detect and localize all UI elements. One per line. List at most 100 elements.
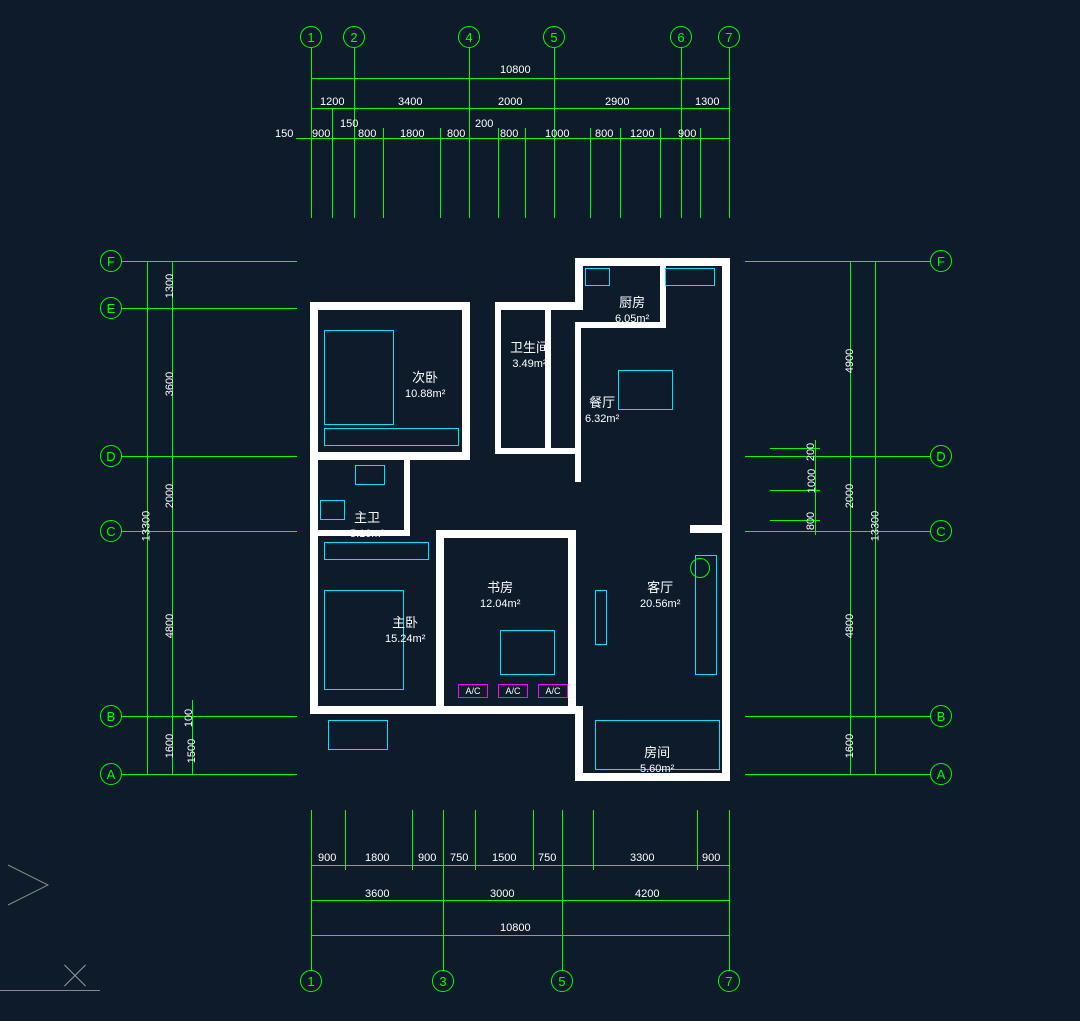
grid-bubble-b-left: B: [100, 705, 122, 727]
wall: [495, 302, 575, 310]
cad-canvas[interactable]: 1 2 4 5 6 7 1 3 5 7 F E D C B A F D C B …: [0, 0, 1080, 1021]
dim-line: [311, 900, 729, 901]
grid-line-h: [745, 456, 930, 457]
furniture-stove: [665, 268, 715, 286]
grid-line-v: [660, 128, 661, 218]
dim: 3600: [365, 888, 389, 900]
wall: [495, 302, 501, 452]
dim: 150: [275, 128, 293, 140]
wall: [575, 322, 581, 482]
ac-unit: A/C: [498, 684, 528, 698]
dim: 1000: [806, 469, 818, 493]
dim: 1200: [320, 96, 344, 108]
grid-line-h: [745, 716, 930, 717]
grid-line-v: [729, 810, 730, 970]
grid-bubble-d-left: D: [100, 445, 122, 467]
dim-line: [850, 261, 851, 774]
furniture-sink: [585, 268, 610, 286]
wall: [310, 706, 583, 714]
dim: 4900: [844, 349, 856, 373]
room-label: 客厅20.56m²: [640, 580, 680, 611]
wall: [310, 302, 318, 714]
grid-line-v: [525, 128, 526, 218]
furniture-desk: [500, 630, 555, 675]
dim: 1300: [695, 96, 719, 108]
dim: 2000: [844, 484, 856, 508]
dim: 4800: [164, 614, 176, 638]
grid-bubble-a-right: A: [930, 763, 952, 785]
grid-bubble-b-right: B: [930, 705, 952, 727]
grid-bubble-7-bottom: 7: [718, 970, 740, 992]
dim-total-right: 13300: [869, 511, 881, 542]
furniture-wardrobe: [324, 542, 429, 560]
grid-line-h: [122, 308, 297, 309]
dim: 2000: [164, 484, 176, 508]
dim: 200: [475, 118, 493, 130]
grid-line-v: [533, 810, 534, 870]
plant-icon: [690, 558, 710, 578]
grid-line-v: [590, 128, 591, 218]
dim: 1600: [164, 734, 176, 758]
grid-bubble-2-top: 2: [343, 26, 365, 48]
wall: [568, 530, 576, 706]
dim: 1000: [545, 128, 569, 140]
dim-line: [311, 865, 729, 866]
dim: 4200: [635, 888, 659, 900]
cursor-indicator: [3, 860, 63, 915]
wall: [722, 533, 730, 781]
dim: 2000: [498, 96, 522, 108]
room-label: 主卧15.24m²: [385, 615, 425, 646]
dim: 900: [318, 852, 336, 864]
dim: 100: [183, 709, 195, 727]
grid-line-h: [122, 456, 297, 457]
dim: 800: [500, 128, 518, 140]
grid-bubble-5-top: 5: [543, 26, 565, 48]
dim: 900: [702, 852, 720, 864]
dim: 900: [678, 128, 696, 140]
wall: [310, 452, 470, 460]
wall: [462, 302, 470, 452]
dim-line: [311, 108, 729, 109]
room-label: 卫生间3.49m²: [510, 340, 549, 371]
dim: 800: [358, 128, 376, 140]
wall: [690, 525, 730, 533]
dim: 1500: [186, 739, 198, 763]
dim: 200: [805, 443, 817, 461]
furniture-toilet: [320, 500, 345, 520]
room-label: 厨房6.05m²: [615, 295, 649, 326]
dim: 150: [340, 118, 358, 130]
grid-line-v: [440, 128, 441, 218]
grid-line-h: [745, 261, 930, 262]
grid-line-v: [345, 810, 346, 870]
furniture-table: [618, 370, 673, 410]
room-label: 书房12.04m²: [480, 580, 520, 611]
wall: [436, 530, 576, 538]
room-label: 主卫5.10m²: [350, 510, 384, 541]
dim: 750: [450, 852, 468, 864]
dim-line: [172, 261, 173, 774]
grid-line-v: [700, 128, 701, 218]
furniture-sink: [355, 465, 385, 485]
grid-line-v: [593, 810, 594, 870]
grid-line-v: [383, 128, 384, 218]
dim: 1800: [365, 852, 389, 864]
wall: [575, 258, 730, 266]
grid-line-v: [469, 48, 470, 218]
dim: 800: [805, 512, 817, 530]
dim: 900: [418, 852, 436, 864]
wall: [436, 530, 444, 706]
grid-bubble-d-right: D: [930, 445, 952, 467]
wall: [722, 258, 730, 533]
dim: 3000: [490, 888, 514, 900]
dim: 2900: [605, 96, 629, 108]
grid-bubble-6-top: 6: [670, 26, 692, 48]
crosshair-icon: [60, 960, 90, 990]
dim: 1300: [164, 274, 176, 298]
furniture-tv: [595, 590, 607, 645]
furniture-balcony: [328, 720, 388, 750]
grid-line-v: [332, 108, 333, 218]
wall: [495, 448, 580, 454]
grid-bubble-e-left: E: [100, 297, 122, 319]
furniture-bed: [324, 330, 394, 425]
grid-line-h: [122, 774, 297, 775]
